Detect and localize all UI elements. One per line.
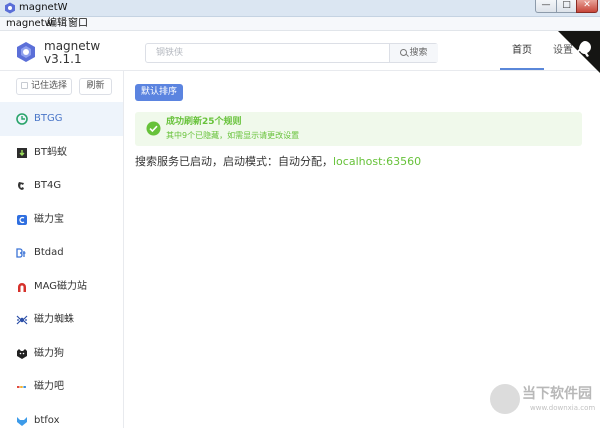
success-check-icon (146, 121, 161, 136)
sidebar-item-label: BTGG (34, 113, 63, 124)
service-status-text: 搜索服务已启动，启动模式：自动分配， (135, 155, 333, 168)
app-window-icon (5, 2, 15, 14)
menu-bar: magnetw 编辑 窗口 (0, 17, 600, 31)
window-title: magnetW (19, 2, 68, 13)
alert-description: 其中9个已隐藏，如需显示请更改设置 (166, 131, 300, 140)
watermark-text: 当下软件园 (522, 386, 592, 402)
btfox-icon (17, 416, 27, 426)
sidebar-item-label: btfox (34, 414, 60, 426)
bt4g-icon (18, 182, 24, 190)
sidebar-item-bt-ant[interactable]: BT蚂蚁 (0, 136, 123, 170)
service-status: 搜索服务已启动，启动模式：自动分配，localhost:63560 (135, 155, 421, 168)
bt-ant-icon (17, 147, 27, 158)
sidebar-item-btdad[interactable]: Btdad (0, 236, 123, 270)
sidebar-item-mag[interactable]: MAG磁力站 (0, 270, 123, 304)
sidebar-item-label: 磁力吧 (34, 381, 64, 392)
remember-selection-label: 记住选择 (30, 81, 67, 91)
search-input[interactable] (146, 44, 389, 62)
search-button-label: 搜索 (409, 48, 428, 58)
menu-window[interactable]: 窗口 (68, 18, 88, 30)
menu-magnetw[interactable]: magnetw (6, 18, 53, 30)
btdad-icon (16, 248, 26, 258)
watermark-logo-icon (490, 384, 520, 414)
menu-edit[interactable]: 编辑 (47, 18, 67, 30)
sidebar-item-btgg[interactable]: BTGG (0, 102, 123, 136)
sidebar: 记住选择 刷新 BTGG BT蚂蚁 BT4G 磁力宝 Btdad MAG磁力站 (0, 71, 124, 428)
sidebar-item-label: 磁力狗 (34, 347, 64, 359)
sidebar-item-bt4g[interactable]: BT4G (0, 169, 123, 203)
btgg-icon (16, 113, 28, 125)
cili-spider-icon (16, 315, 28, 325)
sidebar-item-label: 磁力蜘蛛 (34, 314, 74, 325)
close-button[interactable]: ✕ (576, 0, 598, 13)
window-titlebar: magnetW — □ ✕ (0, 0, 600, 17)
sidebar-item-btfox[interactable]: btfox (0, 404, 123, 428)
sidebar-item-cili-dog[interactable]: 磁力狗 (0, 337, 123, 371)
search-box: 搜索 (145, 43, 438, 63)
sidebar-item-cili-spider[interactable]: 磁力蜘蛛 (0, 303, 123, 337)
sidebar-item-label: BT4G (34, 180, 62, 191)
search-icon (400, 49, 408, 56)
cili-ba-icon (17, 386, 26, 388)
sidebar-item-label: Btdad (34, 247, 64, 258)
watermark-url: www.downxia.com (530, 404, 596, 412)
sidebar-item-label: 磁力宝 (34, 213, 64, 225)
cili-dog-icon (17, 348, 27, 359)
magnetw-logo-icon (17, 42, 35, 62)
alert-title: 成功刷新25个规则 (166, 117, 242, 127)
cilibao-icon (17, 214, 27, 225)
checkbox-icon (20, 82, 28, 89)
remember-selection-checkbox[interactable]: 记住选择 (16, 78, 72, 95)
sidebar-item-label: BT蚂蚁 (34, 146, 67, 158)
localhost-link[interactable]: localhost:63560 (333, 155, 421, 168)
watermark: 当下软件园 www.downxia.com (486, 380, 595, 424)
refresh-button[interactable]: 刷新 (79, 78, 112, 95)
default-sort-button[interactable]: 默认排序 (135, 84, 183, 101)
minimize-button[interactable]: — (535, 0, 557, 13)
source-list: BTGG BT蚂蚁 BT4G 磁力宝 Btdad MAG磁力站 磁力蜘蛛 磁力狗… (0, 102, 123, 428)
sidebar-item-cilibao[interactable]: 磁力宝 (0, 203, 123, 237)
sidebar-item-label: MAG磁力站 (34, 280, 88, 292)
tab-home[interactable]: 首页 (500, 31, 544, 70)
github-corner-icon[interactable] (558, 31, 600, 73)
maximize-button[interactable]: □ (556, 0, 577, 13)
app-version: v3.1.1 (44, 52, 82, 66)
sidebar-item-cili-ba[interactable]: 磁力吧 (0, 370, 123, 404)
search-button[interactable]: 搜索 (389, 44, 438, 62)
mag-magnet-icon (18, 282, 26, 292)
success-alert: 成功刷新25个规则 其中9个已隐藏，如需显示请更改设置 (135, 112, 582, 146)
